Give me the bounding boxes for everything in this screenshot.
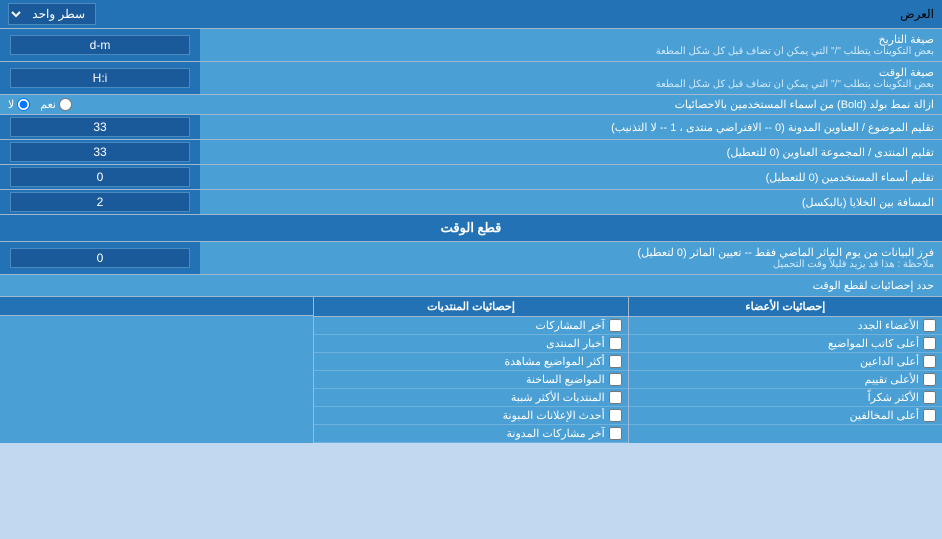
trim-forum-row: تقليم المنتدى / المجموعة العناوين (0 للت… [0, 140, 942, 165]
checkbox-top-violators[interactable] [923, 409, 936, 422]
fetch-input-wrap [0, 242, 200, 274]
trim-subject-label: تقليم الموضوع / العناوين المدونة (0 -- ا… [200, 115, 942, 139]
date-format-input-wrap [0, 29, 200, 61]
checkbox-hot-topics[interactable] [609, 373, 622, 386]
check-most-thanked: الأكثر شكراً [629, 389, 942, 407]
bold-remove-label: ازالة نمط بولد (Bold) من اسماء المستخدمي… [675, 98, 934, 111]
col-members-header: إحصائيات الأعضاء [629, 297, 942, 317]
checkbox-new-members[interactable] [923, 319, 936, 332]
col-right-header [0, 297, 313, 316]
bold-remove-yes[interactable]: نعم [40, 98, 72, 111]
check-forum-news: أخبار المنتدى [314, 335, 627, 353]
checkbox-most-popular-forums[interactable] [609, 391, 622, 404]
trim-users-input-wrap [0, 165, 200, 189]
checkbox-top-writer[interactable] [923, 337, 936, 350]
time-format-row: صيغة الوقت بعض التكوينات يتطلب "/" التي … [0, 62, 942, 95]
checkboxes-section: إحصائيات الأعضاء الأعضاء الجدد أعلى كاتب… [0, 297, 942, 443]
fetch-row: فرز البيانات من يوم الماثر الماضي فقط --… [0, 242, 942, 275]
col-forums-header: إحصائيات المنتديات [314, 297, 627, 317]
col-members: إحصائيات الأعضاء الأعضاء الجدد أعلى كاتب… [628, 297, 942, 443]
trim-users-label: تقليم أسماء المستخدمين (0 للتعطيل) [200, 165, 942, 189]
trim-subject-input-wrap [0, 115, 200, 139]
checkbox-forum-news[interactable] [609, 337, 622, 350]
check-last-blog-posts: آخر مشاركات المدونة [314, 425, 627, 443]
trim-users-row: تقليم أسماء المستخدمين (0 للتعطيل) [0, 165, 942, 190]
checkbox-last-blog-posts[interactable] [609, 427, 622, 440]
date-format-label: صيغة التاريخ بعض التكوينات يتطلب "/" الت… [200, 29, 942, 61]
display-label: العرض [900, 7, 934, 21]
col-right [0, 297, 313, 443]
check-new-members: الأعضاء الجدد [629, 317, 942, 335]
check-last-posts: آخر المشاركات [314, 317, 627, 335]
display-row: العرض سطر واحد سطرين ثلاثة أسطر [0, 0, 942, 29]
checkbox-last-posts[interactable] [609, 319, 622, 332]
time-format-label: صيغة الوقت بعض التكوينات يتطلب "/" التي … [200, 62, 942, 94]
cell-padding-input[interactable] [10, 192, 190, 212]
trim-forum-input[interactable] [10, 142, 190, 162]
cell-padding-label: المسافة بين الخلايا (بالبكسل) [200, 190, 942, 214]
check-top-rated: الأعلى تقييم [629, 371, 942, 389]
display-select[interactable]: سطر واحد سطرين ثلاثة أسطر [8, 3, 96, 25]
check-hot-topics: المواضيع الساخنة [314, 371, 627, 389]
date-format-row: صيغة التاريخ بعض التكوينات يتطلب "/" الت… [0, 29, 942, 62]
cell-padding-row: المسافة بين الخلايا (بالبكسل) [0, 190, 942, 215]
checkbox-top-inviters[interactable] [923, 355, 936, 368]
check-most-viewed: أكثر المواضيع مشاهدة [314, 353, 627, 371]
checkbox-top-rated[interactable] [923, 373, 936, 386]
cutoff-header: قطع الوقت [0, 215, 942, 242]
time-format-input-wrap [0, 62, 200, 94]
trim-forum-input-wrap [0, 140, 200, 164]
trim-forum-label: تقليم المنتدى / المجموعة العناوين (0 للت… [200, 140, 942, 164]
col-forums: إحصائيات المنتديات آخر المشاركات أخبار ا… [313, 297, 627, 443]
bold-remove-row: ازالة نمط بولد (Bold) من اسماء المستخدمي… [0, 95, 942, 115]
trim-users-input[interactable] [10, 167, 190, 187]
trim-subject-row: تقليم الموضوع / العناوين المدونة (0 -- ا… [0, 115, 942, 140]
fetch-input[interactable] [10, 248, 190, 268]
fetch-label: فرز البيانات من يوم الماثر الماضي فقط --… [200, 242, 942, 274]
main-container: العرض سطر واحد سطرين ثلاثة أسطر صيغة الت… [0, 0, 942, 443]
trim-subject-input[interactable] [10, 117, 190, 137]
limit-section: حدد إحصائيات لقطع الوقت [0, 275, 942, 297]
check-top-writer: أعلى كاتب المواضيع [629, 335, 942, 353]
check-top-violators: أعلى المخالفين [629, 407, 942, 425]
check-top-inviters: أعلى الداعين [629, 353, 942, 371]
time-format-input[interactable] [10, 68, 190, 88]
date-format-input[interactable] [10, 35, 190, 55]
bold-remove-no[interactable]: لا [8, 98, 30, 111]
check-most-popular-forums: المنتديات الأكثر شببة [314, 389, 627, 407]
checkbox-latest-announcements[interactable] [609, 409, 622, 422]
bold-remove-radios: نعم لا [8, 98, 72, 111]
checkbox-most-viewed[interactable] [609, 355, 622, 368]
cell-padding-input-wrap [0, 190, 200, 214]
check-latest-announcements: أحدث الإعلانات المبونة [314, 407, 627, 425]
checkbox-most-thanked[interactable] [923, 391, 936, 404]
